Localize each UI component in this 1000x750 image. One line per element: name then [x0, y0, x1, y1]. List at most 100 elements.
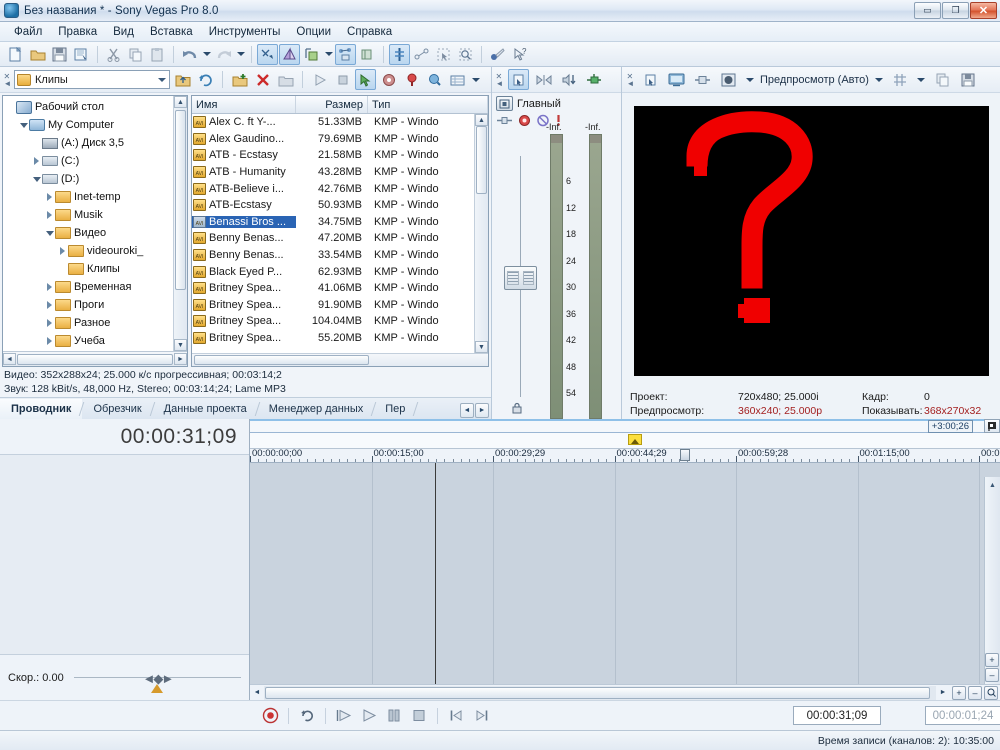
menu-help[interactable]: Справка: [339, 24, 400, 40]
views-icon[interactable]: [447, 69, 468, 90]
cut-icon[interactable]: [103, 44, 124, 65]
mixer-bus-icon[interactable]: [496, 96, 513, 111]
tree-node-6[interactable]: Musik: [5, 206, 187, 224]
marker-bar[interactable]: +3:00;26: [250, 419, 1000, 433]
menu-view[interactable]: Вид: [105, 24, 142, 40]
overlays-dropdown-icon[interactable]: [916, 69, 927, 90]
selection-edit-icon[interactable]: [357, 44, 378, 65]
pause-button[interactable]: [383, 705, 405, 727]
preview-play-icon[interactable]: [309, 69, 330, 90]
tree-node-10[interactable]: Временная: [5, 278, 187, 296]
mixer-insert-bus-icon[interactable]: [533, 69, 554, 90]
time-ruler[interactable]: 00:00:00;00 00:00:15;00 00:00:29;29 00:00:4…: [250, 433, 1000, 463]
enable-snapping-icon[interactable]: [257, 43, 278, 65]
file-hscroll-thumb[interactable]: [194, 355, 369, 365]
table-row[interactable]: AVI ATB-Ecstasy 50.93MB KMP - Windo: [192, 197, 488, 214]
timeline-canvas[interactable]: ▲ ▼ + –: [250, 463, 1000, 684]
copy-snapshot-icon[interactable]: [932, 69, 953, 90]
mixer-properties-icon[interactable]: [508, 69, 529, 90]
mixer-fader[interactable]: [496, 134, 548, 419]
loop-playback-button[interactable]: [296, 705, 318, 727]
tree-node-7[interactable]: Видео: [5, 224, 187, 242]
scroll-up-arrow-icon[interactable]: ▲: [986, 479, 1000, 491]
preview-properties-icon[interactable]: [640, 69, 661, 90]
views-dropdown-icon[interactable]: [470, 69, 481, 90]
tab-trimmer[interactable]: Обрезчик: [82, 399, 152, 419]
selection-tool-icon[interactable]: [433, 44, 454, 65]
table-row[interactable]: AVI ATB - Ecstasy 21.58MB KMP - Windo: [192, 147, 488, 164]
tree-expand-icon[interactable]: [57, 246, 68, 257]
file-list-horizontal-scrollbar[interactable]: [192, 353, 488, 366]
column-header-size[interactable]: Размер: [296, 96, 368, 113]
tree-expand-icon[interactable]: [44, 336, 55, 347]
auto-preview-icon[interactable]: [355, 69, 376, 90]
open-project-icon[interactable]: [27, 44, 48, 65]
playback-rate-slider[interactable]: ◄◆►: [73, 668, 241, 693]
table-row[interactable]: AVI Britney Spea... 91.90MB KMP - Windo: [192, 297, 488, 314]
auto-ripple-icon[interactable]: [301, 44, 322, 65]
tree-expand-icon[interactable]: [31, 156, 42, 167]
zoom-out-vertical-button[interactable]: –: [985, 668, 999, 682]
folder-properties-icon[interactable]: [275, 69, 296, 90]
whats-this-icon[interactable]: ?: [509, 44, 530, 65]
tree-collapse-icon[interactable]: [31, 174, 42, 185]
mixer-fx-icon[interactable]: [517, 114, 532, 130]
tree-expand-icon[interactable]: [44, 300, 55, 311]
save-project-icon[interactable]: [49, 44, 70, 65]
scroll-left-arrow-icon[interactable]: ◄: [3, 353, 16, 365]
menu-file[interactable]: Файл: [6, 24, 50, 40]
scroll-right-arrow-icon[interactable]: ►: [174, 353, 187, 365]
timeline-marker-icon[interactable]: [628, 434, 642, 445]
mixer-insert-fx-icon[interactable]: [583, 69, 604, 90]
tree-node-1[interactable]: My Computer: [5, 116, 187, 134]
zoom-in-vertical-button[interactable]: +: [985, 653, 999, 667]
mixer-routing-icon[interactable]: [496, 114, 513, 130]
redo-icon[interactable]: [213, 44, 234, 65]
menu-tools[interactable]: Инструменты: [201, 24, 289, 40]
table-row[interactable]: AVI Britney Spea... 55.20MB KMP - Windo: [192, 330, 488, 347]
fader-lock-icon[interactable]: [512, 402, 522, 417]
auto-ripple-dropdown-icon[interactable]: [323, 44, 334, 65]
preview-on-off-icon[interactable]: [718, 69, 739, 90]
table-row[interactable]: AVI Benny Benas... 33.54MB KMP - Windo: [192, 247, 488, 264]
stop-button[interactable]: [408, 705, 430, 727]
timeline-timecode[interactable]: 00:00:31;09: [0, 419, 249, 455]
hscroll-thumb[interactable]: [265, 686, 930, 699]
table-row[interactable]: AVI ATB - Humanity 43.28MB KMP - Windo: [192, 164, 488, 181]
preview-mode-dropdown-icon[interactable]: [874, 69, 885, 90]
paint-icon[interactable]: [487, 44, 508, 65]
automatic-crossfades-icon[interactable]: [279, 43, 300, 65]
tree-node-4[interactable]: (D:): [5, 170, 187, 188]
tree-hscroll-thumb[interactable]: [17, 353, 173, 365]
delete-icon[interactable]: [252, 69, 273, 90]
zoom-out-button[interactable]: –: [968, 685, 982, 700]
tree-expand-icon[interactable]: [44, 318, 55, 329]
tree-horizontal-scrollbar[interactable]: ◄ ►: [3, 351, 187, 366]
timeline-vertical-scrollbar[interactable]: ▲ ▼ + –: [984, 477, 1000, 684]
copy-icon[interactable]: [125, 44, 146, 65]
go-to-end-button[interactable]: [470, 705, 492, 727]
tree-scroll-thumb[interactable]: [175, 110, 186, 290]
external-monitor-icon[interactable]: [666, 69, 687, 90]
new-folder-icon[interactable]: [229, 69, 250, 90]
zoom-in-button[interactable]: +: [952, 685, 966, 700]
table-row[interactable]: AVI Alex C. ft Y-... 51.33MB KMP - Windo: [192, 114, 488, 131]
scroll-left-arrow-icon[interactable]: ◄: [250, 686, 264, 700]
table-row[interactable]: AVI Benny Benas... 47.20MB KMP - Windo: [192, 230, 488, 247]
tab-transitions[interactable]: Пер: [374, 399, 416, 419]
project-properties-icon[interactable]: [71, 44, 92, 65]
tree-node-2[interactable]: (A:) Диск 3,5: [5, 134, 187, 152]
envelope-edit-icon[interactable]: [335, 43, 356, 65]
table-row[interactable]: AVI ATB-Believe i... 42.76MB KMP - Windo: [192, 180, 488, 197]
selection-length-field[interactable]: 00:00:01;24: [925, 706, 1000, 725]
media-marker-icon[interactable]: [401, 69, 422, 90]
tree-node-8[interactable]: videouroki_: [5, 242, 187, 260]
go-to-start-button[interactable]: [445, 705, 467, 727]
up-one-level-icon[interactable]: [172, 69, 193, 90]
new-project-icon[interactable]: [5, 44, 26, 65]
menu-insert[interactable]: Вставка: [142, 24, 201, 40]
save-snapshot-icon[interactable]: [958, 69, 979, 90]
search-media-icon[interactable]: [424, 69, 445, 90]
restore-button[interactable]: ❐: [942, 2, 969, 19]
tree-expand-icon[interactable]: [44, 192, 55, 203]
